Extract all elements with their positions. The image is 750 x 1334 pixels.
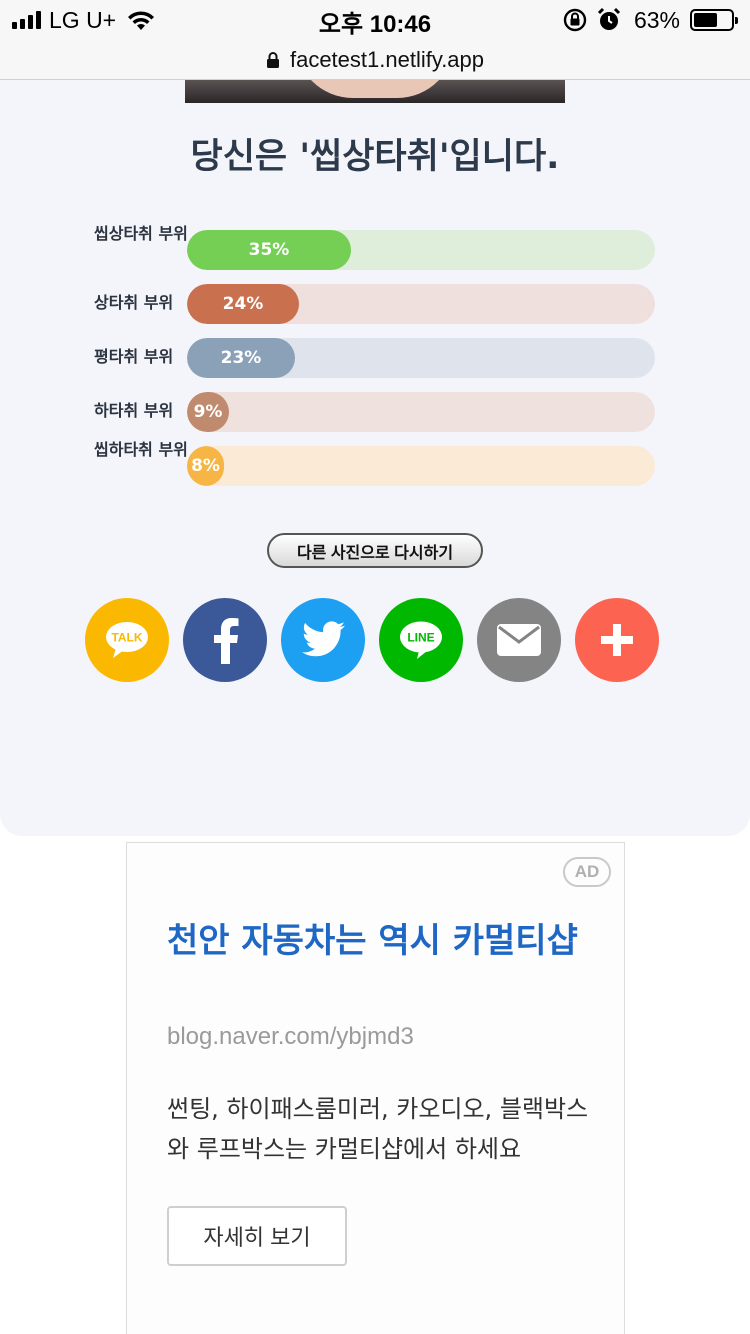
result-bar-row: 평타취 부위 23%: [90, 338, 656, 378]
rotation-lock-icon: [563, 8, 587, 32]
result-card: 당신은 '씹상타취'입니다. 씹상타취 부위 35% 상타취 부위 24% 평타…: [0, 80, 750, 836]
ad-url[interactable]: blog.naver.com/ybjmd3: [167, 1023, 414, 1051]
ad-description: 썬팅, 하이패스룸미러, 카오디오, 블랙박스와 루프박스는 카멀티샵에서 하세…: [167, 1095, 589, 1163]
bar-label: 씹상타취 부위: [94, 224, 188, 243]
twitter-icon: [302, 621, 345, 657]
uploaded-photo: [185, 80, 565, 103]
battery-percent: 63%: [633, 6, 680, 33]
plus-icon: [601, 624, 633, 656]
retry-button[interactable]: 다른 사진으로 다시하기: [267, 533, 483, 568]
bar-label: 상타취 부위: [94, 293, 174, 312]
bar-fill: 23%: [187, 338, 295, 378]
bar-track: 8%: [187, 446, 655, 486]
line-icon: LINE: [400, 621, 442, 659]
bar-track: 23%: [187, 338, 655, 378]
ad-details-button[interactable]: 자세히 보기: [167, 1206, 347, 1266]
bar-fill: 24%: [187, 284, 299, 324]
bar-fill: 8%: [187, 446, 224, 486]
bar-track: 24%: [187, 284, 655, 324]
ad-title[interactable]: 천안 자동차는 역시 카멀티샵: [167, 917, 587, 965]
share-kakaotalk-button[interactable]: TALK: [85, 598, 169, 682]
battery-icon: [690, 9, 738, 31]
mail-icon: [497, 624, 541, 656]
bar-track: 35%: [187, 230, 655, 270]
facebook-icon: [214, 618, 239, 664]
bar-label: 하타취 부위: [94, 401, 174, 420]
alarm-icon: [597, 7, 621, 30]
bar-track: 9%: [187, 392, 655, 432]
status-bar: LG U+ 오후 10:46 63%: [0, 0, 750, 40]
lock-icon: [266, 51, 279, 68]
bar-fill: 35%: [187, 230, 351, 270]
address-bar[interactable]: facetest1.netlify.app: [0, 40, 750, 80]
share-line-button[interactable]: LINE: [379, 598, 463, 682]
result-bar-row: 씹상타취 부위 35%: [90, 224, 656, 270]
result-bar-row: 씹하타취 부위 8%: [90, 440, 656, 486]
share-email-button[interactable]: [477, 598, 561, 682]
share-buttons: TALK LINE: [85, 598, 659, 682]
share-facebook-button[interactable]: [183, 598, 267, 682]
share-more-button[interactable]: [575, 598, 659, 682]
svg-text:TALK: TALK: [111, 631, 142, 645]
bar-label: 평타취 부위: [94, 347, 174, 366]
page-url: facetest1.netlify.app: [289, 46, 485, 72]
result-bar-row: 상타취 부위 24%: [90, 284, 656, 324]
kakaotalk-icon: TALK: [106, 622, 148, 658]
ad-badge: AD: [563, 857, 611, 887]
svg-text:LINE: LINE: [407, 631, 434, 645]
bar-label: 씹하타취 부위: [94, 440, 188, 459]
share-twitter-button[interactable]: [281, 598, 365, 682]
bar-fill: 9%: [187, 392, 229, 432]
result-title: 당신은 '씹상타취'입니다.: [190, 137, 560, 177]
result-bar-row: 하타취 부위 9%: [90, 392, 656, 432]
advertisement[interactable]: AD 천안 자동차는 역시 카멀티샵 blog.naver.com/ybjmd3…: [126, 842, 625, 1334]
